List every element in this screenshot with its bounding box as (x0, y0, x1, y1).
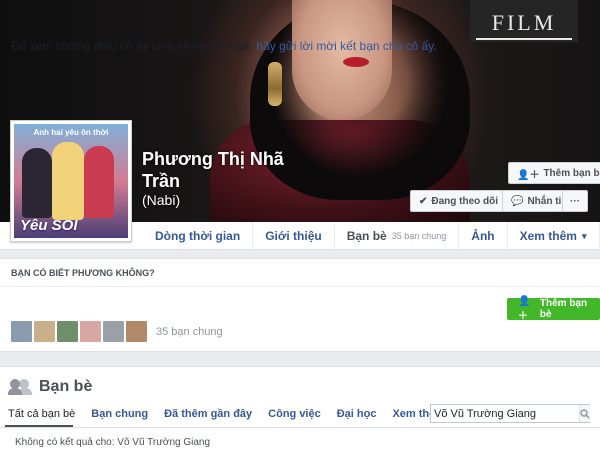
tab-more[interactable]: Xem thêm ▾ (508, 222, 600, 250)
friends-search-input[interactable] (431, 405, 579, 422)
mutual-friend-avatar[interactable] (103, 321, 124, 342)
cover-earring (268, 62, 282, 106)
add-person-icon: 👤＋ (517, 169, 540, 181)
suggestion-text: Để xem những điều cô ấy chia sẻ với bạn … (11, 39, 437, 53)
friends-icon (8, 379, 32, 395)
ellipsis-icon: ··· (570, 195, 580, 207)
add-friend-green-button[interactable]: 👤＋ Thêm bạn bè (507, 296, 600, 322)
tab-friends-label: Bạn bè (346, 229, 387, 243)
tabs-divider (0, 427, 600, 428)
poster-figure (22, 148, 52, 218)
suggestion-heading: BẠN CÓ BIẾT PHƯƠNG KHÔNG? (0, 259, 600, 287)
search-icon[interactable] (579, 405, 590, 422)
poster-headline: Anh hai yêu ôn thời (33, 128, 109, 137)
add-friend-green-label: Thêm bạn bè (539, 298, 588, 320)
send-request-link[interactable]: hãy gửi lời mời kết bạn cho cô ấy. (256, 39, 436, 53)
tab-photos-label: Ảnh (471, 229, 495, 243)
mutual-friend-avatar[interactable] (126, 321, 147, 342)
tab-work[interactable]: Công việc (260, 403, 329, 425)
add-friend-label: Thêm bạn bè (543, 167, 600, 179)
friends-tabs: Tất cả bạn bè Bạn chung Đã thêm gần đây … (0, 403, 453, 425)
mutual-friend-avatar[interactable] (80, 321, 101, 342)
following-label: Đang theo dõi (431, 195, 499, 207)
caret-down-icon: ▾ (581, 230, 587, 241)
profile-nickname: (Nabi) (142, 192, 181, 208)
add-person-icon: 👤＋ (518, 296, 531, 322)
profile-picture[interactable]: Anh hai yêu ôn thời Yêu SOI (10, 120, 132, 242)
tab-photos[interactable]: Ảnh (459, 222, 508, 250)
friends-section: Bạn bè Tất cả bạn bè Bạn chung Đã thêm g… (0, 366, 600, 468)
tab-timeline[interactable]: Dòng thời gian (143, 222, 254, 250)
tab-about-label: Giới thiệu (265, 229, 322, 243)
poster-logo: Yêu SOI (20, 217, 78, 234)
profile-name[interactable]: Phương Thị Nhã Trần (142, 148, 312, 192)
tab-friends[interactable]: Bạn bè 35 bạn chung (335, 222, 460, 250)
tab-university[interactable]: Đại học (329, 403, 385, 425)
cover-face (292, 0, 392, 120)
poster-figure (52, 142, 84, 220)
film-watermark: FILM (470, 0, 578, 42)
tab-all-friends[interactable]: Tất cả bạn bè (0, 403, 83, 425)
tab-mutual-friends[interactable]: Bạn chung (83, 403, 156, 425)
mutual-friend-avatar[interactable] (57, 321, 78, 342)
poster-figure (84, 146, 114, 218)
suggestion-text-prefix: Để xem những điều cô ấy chia sẻ với bạn … (11, 39, 254, 53)
friends-header: Bạn bè (8, 378, 93, 396)
more-options-button[interactable]: ··· (562, 190, 588, 212)
tab-timeline-label: Dòng thời gian (155, 229, 241, 243)
tab-about[interactable]: Giới thiệu (253, 222, 335, 250)
checkmark-icon: ✔ (419, 195, 428, 207)
friends-title: Bạn bè (39, 378, 93, 395)
friends-search-box (430, 404, 590, 423)
tab-more-label: Xem thêm (519, 229, 577, 243)
mutual-friends-row: 35 bạn chung (11, 321, 223, 342)
tab-recently-added[interactable]: Đã thêm gần đây (156, 403, 260, 425)
mutual-friend-avatar[interactable] (11, 321, 32, 342)
profile-poster: Anh hai yêu ôn thời Yêu SOI (14, 124, 128, 238)
mutual-friend-avatar[interactable] (34, 321, 55, 342)
cover-lips (343, 57, 369, 67)
no-results-message: Không có kết quả cho: Võ Vũ Trường Giang (15, 437, 211, 448)
mutual-friends-link[interactable]: 35 bạn chung (156, 326, 223, 338)
add-friend-button[interactable]: 👤＋ Thêm bạn bè (508, 162, 600, 184)
following-button[interactable]: ✔ Đang theo dõi ▾ (410, 190, 517, 212)
messenger-icon: 💬 (511, 195, 524, 207)
mutual-friends-count: 35 bạn chung (391, 231, 447, 241)
